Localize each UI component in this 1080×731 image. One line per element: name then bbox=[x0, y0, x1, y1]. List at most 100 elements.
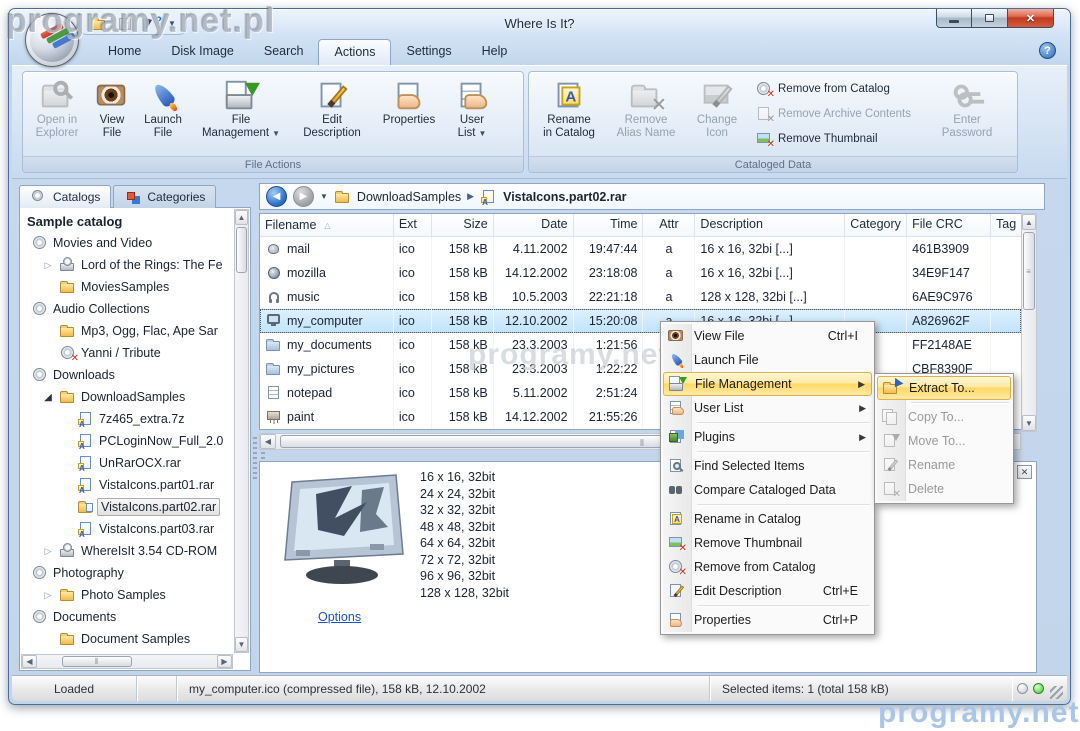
tree-scrollbar-thumb[interactable] bbox=[236, 227, 247, 273]
tab-home[interactable]: Home bbox=[93, 39, 156, 65]
ribbon-help-button[interactable]: ? bbox=[1039, 42, 1056, 59]
tree-item[interactable]: UnRarOCX.rar bbox=[21, 452, 233, 474]
tree-item[interactable]: 7z465_extra.7z bbox=[21, 408, 233, 430]
back-button[interactable]: ◀ bbox=[266, 186, 287, 207]
tree-item[interactable]: Movies and Video bbox=[21, 232, 233, 254]
menu-item-plugins[interactable]: Plugins ▶ bbox=[663, 425, 872, 449]
tree-item[interactable]: Downloads bbox=[21, 364, 233, 386]
tree-item[interactable]: PCLoginNow_Full_2.0 bbox=[21, 430, 233, 452]
tab-actions[interactable]: Actions bbox=[318, 39, 391, 65]
tab-settings[interactable]: Settings bbox=[391, 39, 466, 65]
column-header-size[interactable]: Size bbox=[432, 214, 494, 236]
sidebar-splitter[interactable] bbox=[253, 437, 257, 481]
column-header-attr[interactable]: Attr bbox=[643, 214, 695, 236]
column-header-ext[interactable]: Ext bbox=[394, 214, 432, 236]
open-catalog-icon[interactable] bbox=[90, 16, 108, 32]
tree-item[interactable]: VistaIcons.part01.rar bbox=[21, 474, 233, 496]
expand-collapsed-icon[interactable]: ▷ bbox=[41, 546, 55, 557]
tab-categories[interactable]: Categories bbox=[113, 185, 216, 208]
menu-item-find-selected-items[interactable]: Find Selected Items bbox=[663, 454, 872, 478]
view-file-button[interactable]: View File bbox=[89, 75, 135, 155]
options-link[interactable]: Options bbox=[318, 610, 361, 624]
close-button[interactable]: ✕ bbox=[1008, 9, 1054, 28]
table-row[interactable]: music ico 158 kB 10.5.2003 22:21:18 a 12… bbox=[260, 285, 1021, 309]
column-header-description[interactable]: Description bbox=[695, 214, 845, 236]
table-row[interactable]: mail ico 158 kB 4.11.2002 19:47:44 a 16 … bbox=[260, 237, 1021, 261]
table-row[interactable]: my_documents ico 158 kB 23.3.2003 1:21:5… bbox=[260, 333, 1021, 357]
menu-item-remove-thumbnail[interactable]: ✕ Remove Thumbnail bbox=[663, 531, 872, 555]
remove-thumbnail-button[interactable]: ✕ Remove Thumbnail bbox=[751, 128, 882, 149]
user-list-button[interactable]: User List▼ bbox=[447, 75, 497, 155]
tree-item[interactable]: ◢DownloadSamples bbox=[21, 386, 233, 408]
resize-grip[interactable] bbox=[1050, 686, 1063, 699]
tree-item[interactable]: MoviesSamples bbox=[21, 276, 233, 298]
menu-item-properties[interactable]: Properties Ctrl+P bbox=[663, 608, 872, 632]
history-dropdown-icon[interactable]: ▼ bbox=[320, 193, 328, 201]
tree-item[interactable]: Audio Collections bbox=[21, 298, 233, 320]
tree-item[interactable]: ✕Yanni / Tribute bbox=[21, 342, 233, 364]
edit-description-button[interactable]: Edit Description bbox=[293, 75, 371, 155]
minimize-button[interactable] bbox=[936, 9, 972, 28]
file-list-scrollbar-thumb[interactable]: ≡ bbox=[1023, 232, 1035, 310]
column-header-time[interactable]: Time bbox=[574, 214, 644, 236]
scroll-down-arrow[interactable]: ▼ bbox=[235, 637, 248, 652]
tree-item[interactable]: Mp3, Ogg, Flac, Ape Sar bbox=[21, 320, 233, 342]
menu-item-compare-cataloged-data[interactable]: Compare Cataloged Data bbox=[663, 478, 872, 502]
preview-splitter[interactable] bbox=[261, 452, 265, 460]
app-logo-button[interactable] bbox=[25, 13, 79, 67]
tree-item-sample-catalog[interactable]: Sample catalog bbox=[21, 210, 233, 232]
breadcrumb-file[interactable]: VistaIcons.part02.rar bbox=[480, 189, 626, 205]
tab-search[interactable]: Search bbox=[249, 39, 319, 65]
properties-button[interactable]: Properties bbox=[373, 75, 445, 155]
expand-collapsed-icon[interactable]: ▷ bbox=[41, 590, 55, 601]
scroll-left-arrow[interactable]: ◀ bbox=[22, 655, 37, 668]
menu-item-user-list[interactable]: User List ▶ bbox=[663, 396, 872, 420]
remove-from-catalog-icon: ✕ bbox=[755, 81, 773, 97]
tree-item[interactable]: Photography bbox=[21, 562, 233, 584]
menu-item-file-management[interactable]: File Management ▶ bbox=[663, 372, 872, 396]
file-list-vertical-scrollbar[interactable]: ▲ ≡ ▼ bbox=[1021, 213, 1037, 432]
preview-close-button[interactable]: ✕ bbox=[1017, 465, 1032, 479]
menu-item-view-file[interactable]: View File Ctrl+I bbox=[663, 324, 872, 348]
menu-item-remove-from-catalog[interactable]: ✕ Remove from Catalog bbox=[663, 555, 872, 579]
column-header-category[interactable]: Category bbox=[845, 214, 907, 236]
tab-catalogs[interactable]: Catalogs bbox=[19, 185, 111, 208]
tab-disk-image[interactable]: Disk Image bbox=[156, 39, 249, 65]
help-cursor-icon[interactable]: ? bbox=[142, 16, 160, 32]
column-header-file-crc[interactable]: File CRC bbox=[907, 214, 991, 236]
expand-collapsed-icon[interactable]: ▷ bbox=[41, 260, 55, 271]
remove-from-catalog-button[interactable]: ✕ Remove from Catalog bbox=[751, 78, 894, 99]
scroll-left-arrow[interactable]: ◀ bbox=[260, 434, 276, 449]
tree-item[interactable]: ▷Lord of the Rings: The Fe bbox=[21, 254, 233, 276]
tab-help[interactable]: Help bbox=[467, 39, 523, 65]
tree-item[interactable]: Document Samples bbox=[21, 628, 233, 650]
maximize-button[interactable] bbox=[972, 9, 1008, 28]
scroll-right-arrow[interactable]: ▶ bbox=[217, 655, 232, 668]
menu-item-rename-in-catalog[interactable]: Rename in Catalog bbox=[663, 507, 872, 531]
table-row-selected[interactable]: my_computer ico 158 kB 12.10.2002 15:20:… bbox=[260, 309, 1021, 333]
table-row[interactable]: mozilla ico 158 kB 14.12.2002 23:18:08 a… bbox=[260, 261, 1021, 285]
menu-item-launch-file[interactable]: Launch File bbox=[663, 348, 872, 372]
launch-file-button[interactable]: Launch File bbox=[137, 75, 189, 155]
column-header-filename[interactable]: Filename△ bbox=[260, 214, 394, 236]
tree-horizontal-scrollbar[interactable]: ◀ ⦀ ▶ bbox=[21, 654, 233, 669]
expand-expanded-icon[interactable]: ◢ bbox=[41, 392, 55, 403]
tree-item-selected[interactable]: VistaIcons.part02.rar bbox=[21, 496, 233, 518]
scroll-down-arrow[interactable]: ▼ bbox=[1022, 415, 1036, 431]
tree-item[interactable]: ▷Photo Samples bbox=[21, 584, 233, 606]
column-header-date[interactable]: Date bbox=[494, 214, 574, 236]
qat-dropdown-icon[interactable]: ▼ bbox=[168, 20, 176, 28]
tree-item[interactable]: VistaIcons.part03.rar bbox=[21, 518, 233, 540]
scroll-up-arrow[interactable]: ▲ bbox=[235, 210, 248, 225]
scroll-up-arrow[interactable]: ▲ bbox=[1022, 214, 1036, 230]
submenu-item-extract-to[interactable]: Extract To... bbox=[877, 376, 1011, 400]
file-management-button[interactable]: File Management▼ bbox=[191, 75, 291, 155]
tree-item[interactable]: ▷WhereIsIt 3.54 CD-ROM bbox=[21, 540, 233, 562]
column-header-tag[interactable]: Tag bbox=[991, 214, 1021, 236]
tree-item[interactable]: Documents bbox=[21, 606, 233, 628]
tree-vertical-scrollbar[interactable]: ▲ ▼ bbox=[234, 209, 249, 653]
breadcrumb-folder[interactable]: DownloadSamples bbox=[334, 189, 461, 205]
tree-hscrollbar-thumb[interactable]: ⦀ bbox=[62, 656, 132, 667]
rename-in-catalog-button[interactable]: Rename in Catalog bbox=[535, 75, 603, 155]
menu-item-edit-description[interactable]: Edit Description Ctrl+E bbox=[663, 579, 872, 603]
